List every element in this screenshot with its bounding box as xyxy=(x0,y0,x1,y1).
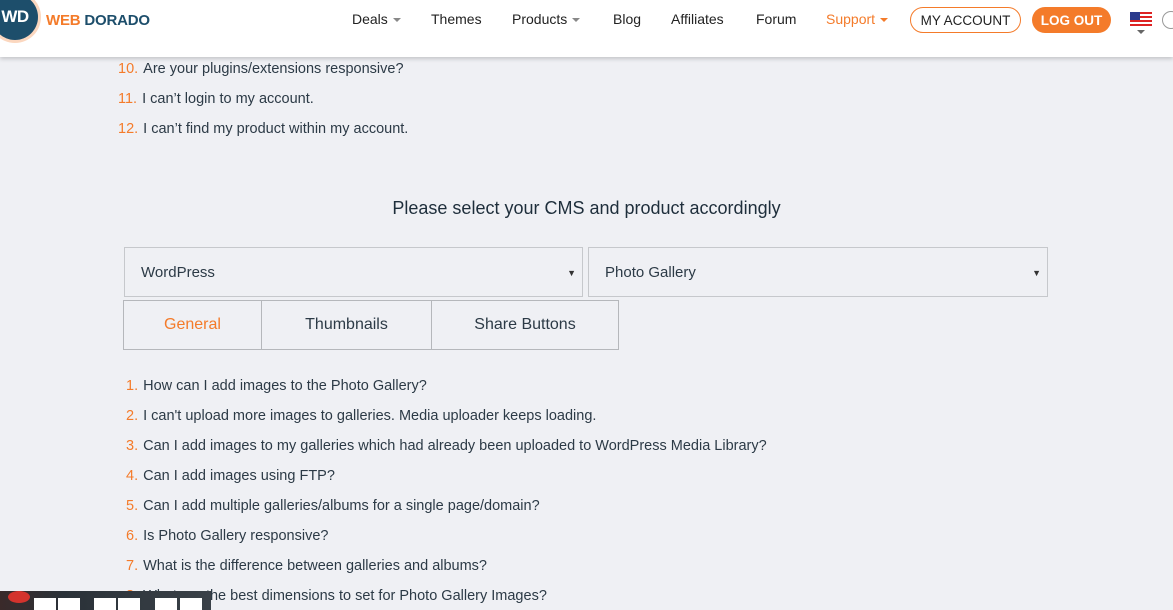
logo[interactable]: WD WEB DORADO xyxy=(0,0,150,40)
logout-button[interactable]: LOG OUT xyxy=(1032,7,1111,33)
faq-list-general: 10. Are your plugins/extensions responsiv… xyxy=(118,61,408,151)
cms-select-value: WordPress xyxy=(141,263,215,281)
nav-affiliates[interactable]: Affiliates xyxy=(671,11,724,27)
section-title: Please select your CMS and product accor… xyxy=(392,198,781,218)
faq-item[interactable]: 11. I can’t login to my account. xyxy=(118,91,408,121)
caret-down-icon xyxy=(392,18,401,23)
caret-down-icon xyxy=(1137,30,1145,34)
faq-number: 6. xyxy=(126,528,139,544)
faq-item[interactable]: 1. How can I add images to the Photo Gall… xyxy=(126,378,767,408)
nav-label: Support xyxy=(826,11,876,27)
faq-link[interactable]: Can I add multiple galleries/albums for … xyxy=(143,498,540,514)
faq-item[interactable]: 3. Can I add images to my galleries which… xyxy=(126,438,767,468)
product-select[interactable]: Photo Gallery ▼ xyxy=(588,247,1048,297)
promo-banner-thumbnail[interactable] xyxy=(0,591,211,610)
logo-word-dorado: DORADO xyxy=(84,11,150,29)
faq-link[interactable]: Can I add images using FTP? xyxy=(143,468,335,484)
us-flag-icon[interactable] xyxy=(1130,12,1152,28)
faq-item[interactable]: 10. Are your plugins/extensions responsiv… xyxy=(118,61,408,91)
nav-deals[interactable]: Deals xyxy=(352,11,401,27)
faq-item[interactable]: 8.What are the best dimensions to set fo… xyxy=(126,588,767,610)
nav-blog[interactable]: Blog xyxy=(613,11,641,27)
caret-down-icon xyxy=(880,18,889,23)
nav-label: Products xyxy=(512,11,568,27)
nav-products[interactable]: Products xyxy=(512,11,581,27)
decorative-tile xyxy=(58,598,80,610)
decorative-tile xyxy=(180,598,202,610)
faq-list-product: 1. How can I add images to the Photo Gall… xyxy=(126,378,767,610)
logo-word-web: WEB xyxy=(46,11,81,29)
faq-item[interactable]: 7. What is the difference between galleri… xyxy=(126,558,767,588)
faq-number: 10. xyxy=(118,61,139,77)
faq-link[interactable]: Is Photo Gallery responsive? xyxy=(143,528,328,544)
faq-link[interactable]: How can I add images to the Photo Galler… xyxy=(143,378,427,394)
faq-link[interactable]: I can’t login to my account. xyxy=(142,91,314,107)
my-account-button[interactable]: MY ACCOUNT xyxy=(910,7,1021,33)
caret-down-icon xyxy=(572,18,581,23)
nav-label: Forum xyxy=(756,11,797,27)
decorative-tile xyxy=(94,598,116,610)
nav-forum[interactable]: Forum xyxy=(756,11,796,27)
faq-number: 4. xyxy=(126,468,139,484)
cms-select[interactable]: WordPress ▼ xyxy=(124,247,583,297)
decorative-tile xyxy=(155,598,177,610)
nav-themes[interactable]: Themes xyxy=(431,11,482,27)
search-icon[interactable] xyxy=(1162,11,1173,29)
decorative-shape xyxy=(8,591,30,603)
nav-label: Affiliates xyxy=(671,11,724,27)
faq-link[interactable]: I can't upload more images to galleries.… xyxy=(143,408,596,424)
tab-general[interactable]: General xyxy=(124,301,262,349)
product-select-value: Photo Gallery xyxy=(605,263,696,281)
faq-item[interactable]: 4. Can I add images using FTP? xyxy=(126,468,767,498)
faq-link[interactable]: Can I add images to my galleries which h… xyxy=(143,438,767,454)
faq-link[interactable]: Are your plugins/extensions responsive? xyxy=(143,61,403,77)
faq-item[interactable]: 12. I can’t find my product within my acc… xyxy=(118,121,408,151)
tab-thumbnails[interactable]: Thumbnails xyxy=(262,301,432,349)
faq-number: 11. xyxy=(118,91,138,107)
nav-label: Deals xyxy=(352,11,388,27)
faq-number: 2. xyxy=(126,408,139,424)
dropdown-arrow-icon: ▼ xyxy=(567,268,576,278)
tab-share-buttons[interactable]: Share Buttons xyxy=(432,301,618,349)
faq-link[interactable]: I can’t find my product within my accoun… xyxy=(143,121,408,137)
faq-number: 12. xyxy=(118,121,139,137)
logo-text: WEB DORADO xyxy=(46,12,150,29)
faq-link[interactable]: What is the difference between galleries… xyxy=(143,558,487,574)
logo-mark: WD xyxy=(0,0,38,40)
nav-label: Blog xyxy=(613,11,642,27)
faq-item[interactable]: 5. Can I add multiple galleries/albums fo… xyxy=(126,498,767,528)
site-header: WD WEB DORADO Deals Themes Products Blog… xyxy=(0,0,1173,57)
faq-number: 5. xyxy=(126,498,139,514)
dropdown-arrow-icon: ▼ xyxy=(1032,268,1041,278)
faq-number: 7. xyxy=(126,558,139,574)
faq-number: 1. xyxy=(126,378,139,394)
decorative-tile xyxy=(118,598,140,610)
faq-number: 3. xyxy=(126,438,139,454)
faq-item[interactable]: 2. I can't upload more images to gallerie… xyxy=(126,408,767,438)
nav-support[interactable]: Support xyxy=(826,11,889,27)
faq-tabs: General Thumbnails Share Buttons xyxy=(123,300,619,350)
nav-label: Themes xyxy=(431,11,482,27)
faq-item[interactable]: 6. Is Photo Gallery responsive? xyxy=(126,528,767,558)
decorative-tile xyxy=(34,598,56,610)
